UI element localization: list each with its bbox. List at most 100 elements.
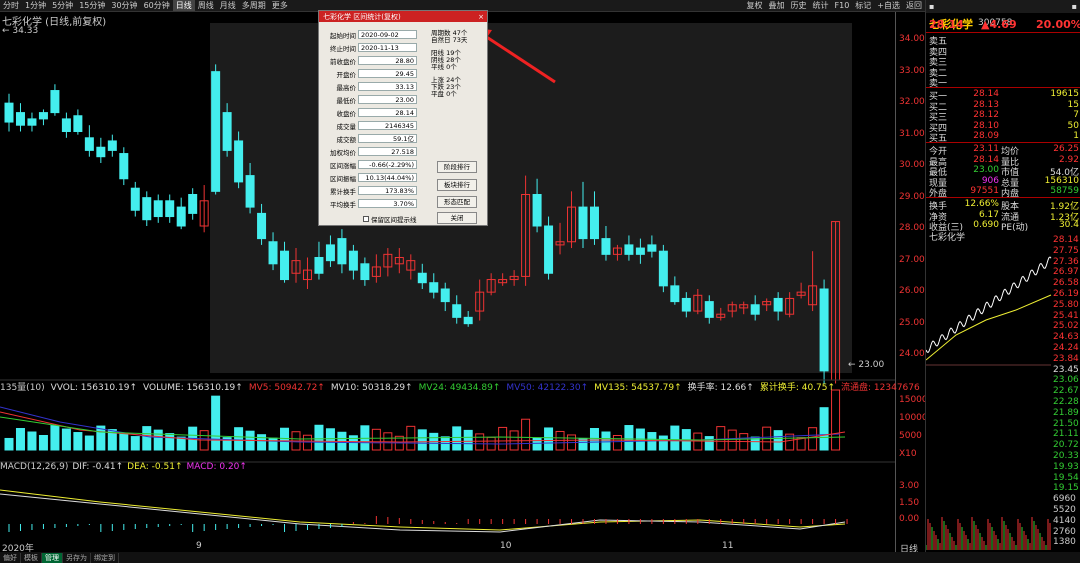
bottom-tab[interactable]: 绑定到 <box>91 552 119 563</box>
quote-cell: 0.690 <box>973 220 999 230</box>
dialog-count: 平盘 0个 <box>431 90 457 98</box>
bottom-tab[interactable]: 另存为 <box>63 552 91 563</box>
volume-bar <box>268 437 278 451</box>
candle-body <box>96 146 106 158</box>
dialog-stat-label: 区间涨幅 <box>330 161 356 170</box>
checkbox-icon[interactable] <box>363 216 369 222</box>
panel-header-right: ▪ <box>1071 2 1077 11</box>
bottom-tab[interactable]: 模板 <box>21 552 42 563</box>
volume-indicator-value: 流通盘: 12347676 <box>841 383 920 393</box>
bottom-tab[interactable]: 管理 <box>42 552 63 563</box>
toolbar-button[interactable]: F10 <box>832 1 853 10</box>
keep-line-checkbox[interactable]: 保留区间提示线 <box>363 214 417 224</box>
quote-row: 今开 23.11 均价 26.25 <box>926 144 1080 157</box>
volume-bar <box>589 428 599 451</box>
candle-body <box>50 90 60 114</box>
price-tick: 33.00 <box>899 65 925 76</box>
quote-cell: 28.14 <box>973 89 999 99</box>
volume-bar <box>727 429 737 451</box>
dialog-stat-value: 33.13 <box>358 82 417 91</box>
quote-cell: 28.10 <box>973 120 999 131</box>
volume-bar <box>61 428 71 451</box>
period-tab[interactable]: 30分钟 <box>108 0 140 11</box>
candle-body <box>647 244 657 252</box>
quote-cell: 23.00 <box>973 165 999 175</box>
close-icon[interactable]: × <box>478 13 487 21</box>
price-tick: 24.00 <box>899 349 925 359</box>
dialog-titlebar[interactable]: 七彩化学 区间统计(复权) × <box>319 11 487 22</box>
volume-bar <box>612 435 622 451</box>
volume-indicator-value: VOLUME: 156310.19↑ <box>143 383 243 393</box>
dialog-stat-value: 29.45 <box>358 69 417 78</box>
intraday-chart[interactable] <box>926 240 1080 552</box>
candle-body <box>337 238 347 265</box>
period-tab[interactable]: 周线 <box>195 0 217 11</box>
dialog-stat-value[interactable]: 2020-09-02 <box>358 30 417 39</box>
candle-body <box>142 197 152 221</box>
toolbar-button[interactable]: +自选 <box>874 0 903 11</box>
volume-indicator-value: 135量(10) <box>0 383 45 393</box>
dialog-stat-label: 成交额 <box>336 135 357 144</box>
macd-indicator-value: MACD: 0.20↑ <box>186 462 247 472</box>
candle-body <box>578 206 588 240</box>
dialog-stat-label: 累计换手 <box>330 187 356 196</box>
period-tab[interactable]: 月线 <box>217 0 239 11</box>
dialog-stat-label: 起始时间 <box>330 31 356 40</box>
dialog-button[interactable]: 形态匹配 <box>437 196 477 208</box>
macd-tick: 3.00 <box>899 481 920 491</box>
candle-body <box>624 244 634 255</box>
dialog-stat-row: 收盘价 28.14 <box>322 107 417 118</box>
quote-cell: 15 <box>1067 99 1079 110</box>
price-tick: 32.00 <box>899 97 925 107</box>
candle-body <box>773 297 783 312</box>
toolbar-button[interactable]: 叠加 <box>766 0 788 11</box>
dialog-button[interactable]: 阶段排行 <box>437 161 477 173</box>
toolbar-button[interactable]: 复权 <box>744 0 766 11</box>
period-tab[interactable]: 1分钟 <box>22 0 49 11</box>
candle-body <box>314 257 324 274</box>
quote-cell: 28.14 <box>973 154 999 165</box>
period-tab[interactable]: 更多 <box>269 0 291 11</box>
candle-body <box>38 112 48 120</box>
volume-bar <box>314 424 324 451</box>
bottom-tab[interactable]: 偏好 <box>0 552 21 563</box>
volume-bar <box>544 427 554 451</box>
toolbar-button[interactable]: 标记 <box>852 0 874 11</box>
volume-bar <box>773 430 783 451</box>
volume-indicator-value: MV135: 54537.79↑ <box>594 383 682 393</box>
volume-bar <box>325 428 335 451</box>
dialog-button[interactable]: 关闭 <box>437 212 477 224</box>
candle-body <box>544 225 554 274</box>
quote-cell: 1 <box>1073 131 1079 141</box>
period-tab[interactable]: 60分钟 <box>141 0 173 11</box>
volume-bar <box>601 431 611 451</box>
dialog-stat-value: 23.00 <box>358 95 417 104</box>
dialog-stat-value[interactable]: 2020-11-13 <box>358 43 417 52</box>
macd-indicator-header: MACD(12,26,9) DIF: -0.41↑ DEA: -0.51↑ MACD:… <box>0 462 895 474</box>
high-price-label: ← 34.33 <box>2 26 39 36</box>
quote-row: 最低 23.00 市值 54.0亿 <box>926 165 1080 178</box>
dialog-stat-row: 前收盘价 28.80 <box>322 55 417 66</box>
volume-bar <box>84 435 94 451</box>
period-tab[interactable]: 日线 <box>172 0 195 11</box>
toolbar-button[interactable]: 历史 <box>788 0 810 11</box>
volume-bar <box>658 435 668 451</box>
period-tab[interactable]: 多周期 <box>239 0 269 11</box>
period-tab[interactable]: 5分钟 <box>49 0 76 11</box>
toolbar-button[interactable]: 返回 <box>903 0 925 11</box>
toolbar-button[interactable]: 统计 <box>810 0 832 11</box>
volume-bar <box>73 432 83 451</box>
dialog-stat-value: 59.1亿 <box>358 134 417 143</box>
dialog-button[interactable]: 板块排行 <box>437 179 477 191</box>
candle-body <box>280 250 290 281</box>
quote-row: 卖三 <box>926 55 1080 68</box>
interval-stats-dialog[interactable]: 七彩化学 区间统计(复权) × 起始时间 2020-09-02 终止时间 2020-1… <box>318 10 488 226</box>
quote-row: 卖五 <box>926 34 1080 47</box>
volume-bar <box>417 429 427 451</box>
period-tab[interactable]: 分时 <box>0 0 22 11</box>
period-tab[interactable]: 15分钟 <box>76 0 108 11</box>
volume-bar <box>234 427 244 451</box>
volume-bar <box>521 418 531 451</box>
candle-body <box>532 194 542 227</box>
volume-bar <box>119 432 129 451</box>
